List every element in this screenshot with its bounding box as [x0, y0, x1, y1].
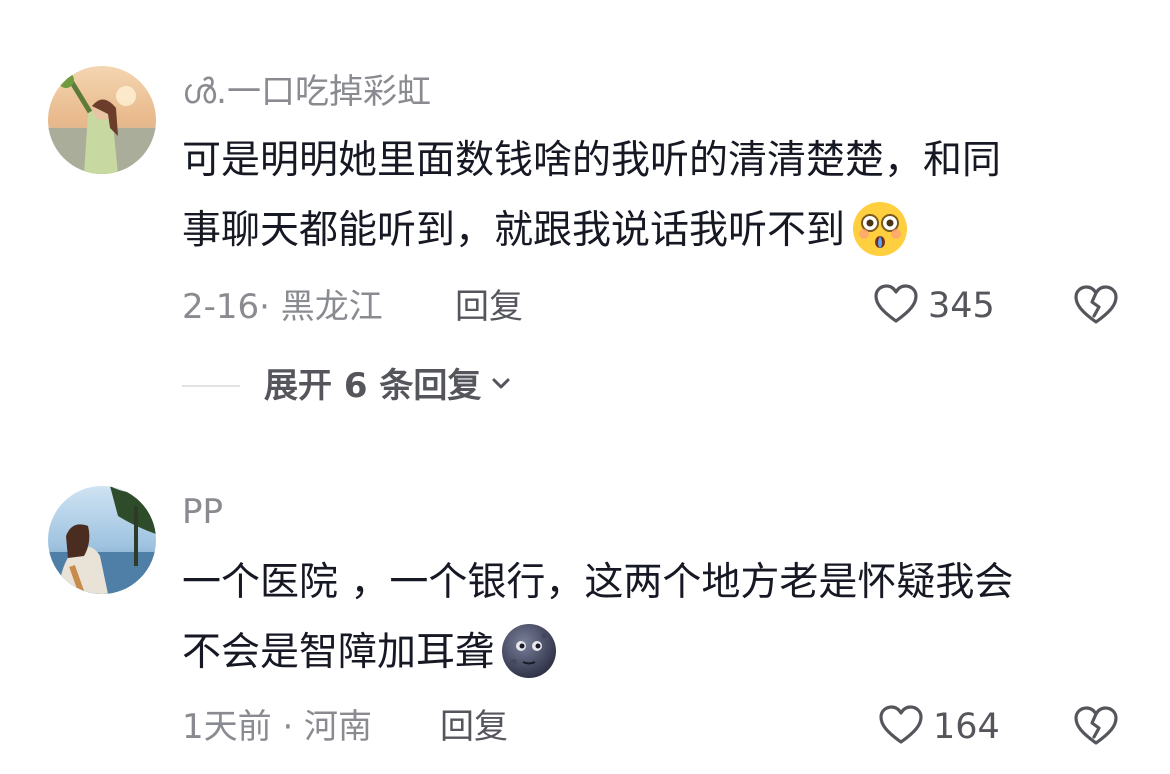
expand-replies-label: 展开 6 条回复: [264, 366, 482, 406]
like-button[interactable]: 164: [877, 701, 1000, 753]
comment-text-line: 可是明明她里面数钱啥的我听的清清楚楚，和同: [182, 138, 1002, 183]
comment-text-line: 一个医院 ，一个银行，这两个地方老是怀疑我会: [182, 560, 1014, 605]
dislike-button[interactable]: [1072, 281, 1120, 333]
broken-heart-icon: [1072, 285, 1120, 333]
heart-icon: [872, 280, 920, 332]
comment-text-segment: 事聊天都能听到，就跟我说话我听不到: [182, 208, 846, 253]
avatar[interactable]: [48, 66, 156, 174]
comment-text-segment: 不会是智障加耳聋: [182, 630, 495, 675]
comment-item: PP 一个医院 ，一个银行，这两个地方老是怀疑我会 不会是智障加耳聋 1天前 ·…: [0, 440, 1170, 774]
new-moon-face-emoji-icon: [500, 622, 558, 680]
flushed-face-emoji-icon: [851, 200, 909, 258]
username[interactable]: PP: [182, 492, 223, 532]
reply-button[interactable]: 回复: [455, 287, 523, 327]
dislike-button[interactable]: [1072, 702, 1120, 754]
comment-text: 一个医院 ，一个银行，这两个地方老是怀疑我会 不会是智障加耳聋: [182, 548, 1117, 688]
comment-text: 可是明明她里面数钱啥的我听的清清楚楚，和同 事聊天都能听到，就跟我说话我听不到: [182, 126, 1117, 266]
like-count: 345: [928, 286, 995, 326]
avatar[interactable]: [48, 486, 156, 594]
comment-meta: 2-16· 黑龙江: [182, 287, 383, 327]
chevron-down-icon: [489, 372, 513, 400]
comment-text-line: 事聊天都能听到，就跟我说话我听不到: [182, 196, 1117, 266]
username[interactable]: ൾ.一口吃掉彩虹: [182, 72, 431, 112]
expand-replies-button[interactable]: 展开 6 条回复: [182, 366, 513, 406]
like-button[interactable]: 345: [872, 280, 995, 332]
comment-item: ൾ.一口吃掉彩虹 可是明明她里面数钱啥的我听的清清楚楚，和同 事聊天都能听到，就…: [0, 0, 1170, 440]
divider: [182, 385, 240, 387]
reply-button[interactable]: 回复: [440, 707, 508, 747]
like-count: 164: [933, 707, 1000, 747]
broken-heart-icon: [1072, 706, 1120, 754]
heart-icon: [877, 701, 925, 753]
comment-meta: 1天前 · 河南: [182, 707, 373, 747]
comment-text-line: 不会是智障加耳聋: [182, 618, 1117, 688]
